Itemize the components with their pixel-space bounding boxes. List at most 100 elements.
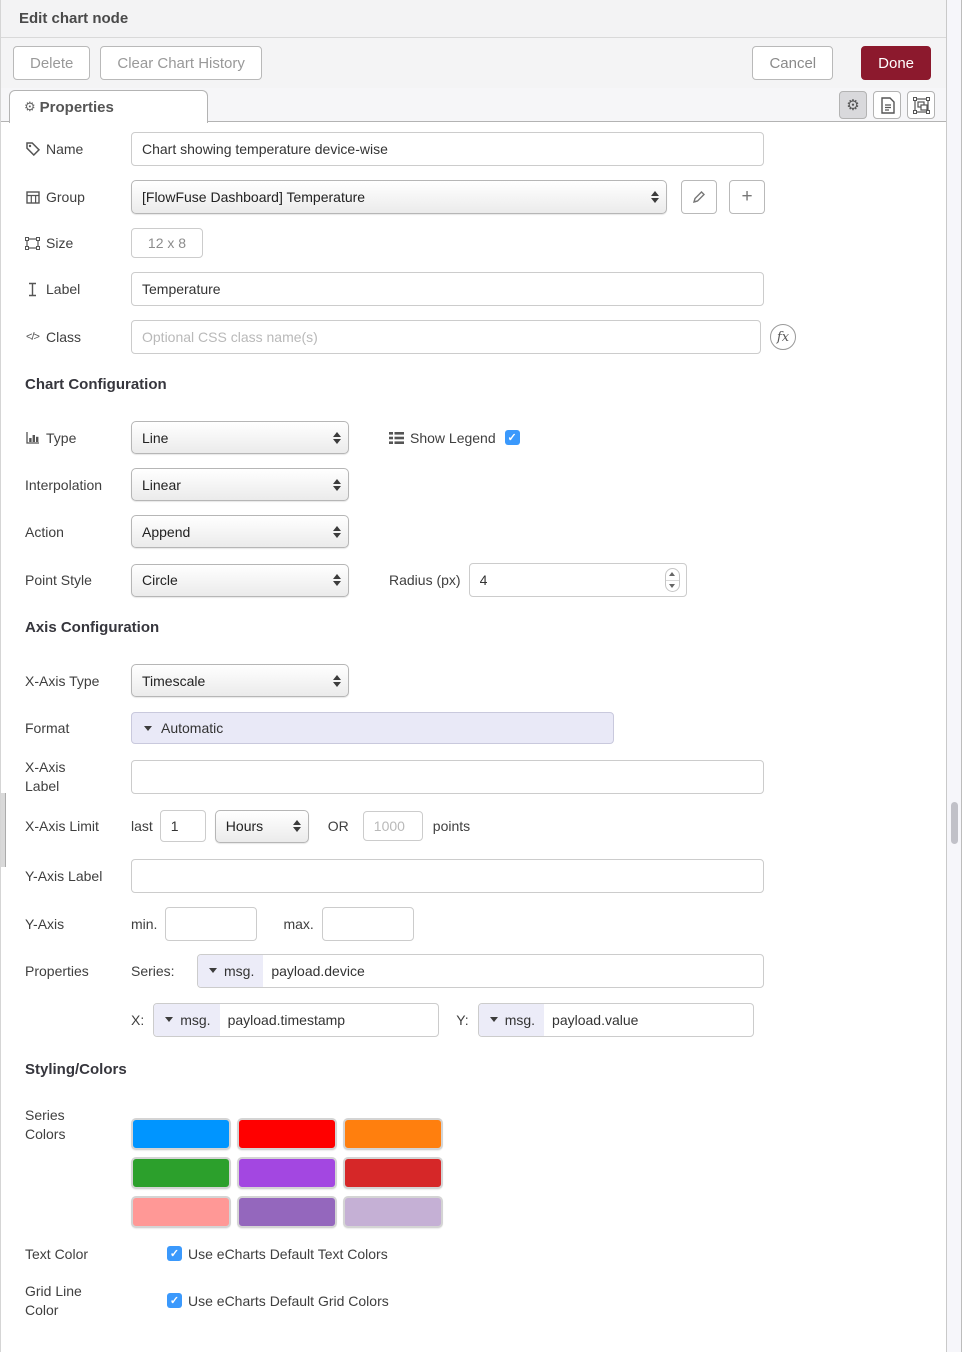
action-select-value: Append	[142, 524, 190, 540]
radius-group: Radius (px)	[389, 563, 687, 597]
name-row: Name	[25, 132, 923, 166]
series-color-swatch[interactable]	[131, 1196, 231, 1228]
type-select-value: Line	[142, 430, 168, 446]
group-select-value: [FlowFuse Dashboard] Temperature	[142, 189, 365, 205]
text-color-row: Text Color Use eCharts Default Text Colo…	[25, 1246, 923, 1262]
fx-expression-button[interactable]: fx	[770, 324, 796, 350]
limit-points-input[interactable]	[363, 811, 423, 841]
show-legend-checkbox[interactable]	[505, 430, 520, 445]
properties-gear-button[interactable]: ⚙	[839, 91, 867, 119]
x-axis-limit-row: X-Axis Limit last Hours OR points	[25, 810, 923, 843]
document-icon	[880, 97, 895, 114]
y-axis-label-label: Y-Axis Label	[25, 868, 102, 884]
msg-type-chip[interactable]: msg.	[154, 1004, 219, 1036]
y-axis-label-input[interactable]	[131, 859, 764, 893]
select-arrows-icon	[333, 432, 341, 444]
grid-color-checkbox-label: Use eCharts Default Grid Colors	[188, 1293, 389, 1309]
text-color-label: Text Color	[25, 1246, 88, 1262]
series-color-swatch[interactable]	[343, 1157, 443, 1189]
size-button[interactable]: 12 x 8	[131, 228, 203, 258]
grid-color-row: Grid Line Color Use eCharts Default Grid…	[25, 1282, 923, 1320]
add-group-button[interactable]: +	[729, 180, 765, 214]
x-typed-input[interactable]: msg. payload.timestamp	[153, 1003, 439, 1037]
y-max-label: max.	[283, 916, 313, 932]
tab-properties[interactable]: ⚙ Properties	[9, 90, 208, 123]
format-dropdown[interactable]: Automatic	[131, 712, 614, 744]
y-axis-label-row: Y-Axis Label	[25, 859, 923, 893]
object-group-icon	[25, 237, 40, 250]
series-value: payload.device	[263, 963, 364, 979]
series-color-swatch[interactable]	[237, 1157, 337, 1189]
text-cursor-icon	[25, 282, 40, 297]
name-label: Name	[46, 141, 83, 157]
group-select[interactable]: [FlowFuse Dashboard] Temperature	[131, 180, 667, 214]
text-color-default-checkbox[interactable]	[167, 1246, 182, 1261]
x-axis-type-select-value: Timescale	[142, 673, 205, 689]
appearance-frame-icon	[913, 97, 930, 114]
chevron-down-icon	[490, 1017, 498, 1022]
series-color-swatch[interactable]	[343, 1118, 443, 1150]
series-typed-input[interactable]: msg. payload.device	[197, 954, 764, 988]
msg-type-chip[interactable]: msg.	[198, 955, 263, 987]
code-icon: </>	[25, 331, 40, 343]
tag-icon	[25, 142, 40, 156]
msg-type-chip[interactable]: msg.	[479, 1004, 544, 1036]
clear-chart-history-button[interactable]: Clear Chart History	[100, 46, 262, 80]
y-property-label: Y:	[456, 1012, 468, 1028]
description-button[interactable]	[873, 91, 901, 119]
last-label: last	[131, 818, 153, 834]
select-arrows-icon	[293, 820, 301, 832]
select-arrows-icon	[333, 675, 341, 687]
cancel-button[interactable]: Cancel	[752, 46, 833, 80]
limit-unit-select[interactable]: Hours	[215, 810, 309, 843]
limit-unit-value: Hours	[226, 818, 263, 834]
label-input[interactable]	[131, 272, 764, 306]
x-axis-limit-label: X-Axis Limit	[25, 818, 99, 834]
vertical-scrollbar[interactable]	[946, 0, 962, 1352]
limit-last-input[interactable]	[160, 810, 206, 842]
styling-colors-heading: Styling/Colors	[25, 1061, 923, 1078]
name-input[interactable]	[131, 132, 764, 166]
show-legend-group: Show Legend	[389, 430, 520, 446]
type-select[interactable]: Line	[131, 421, 349, 454]
type-label: Type	[46, 430, 76, 446]
y-property-value: payload.value	[544, 1012, 638, 1028]
group-label: Group	[46, 189, 85, 205]
y-min-label: min.	[131, 916, 157, 932]
plus-icon: +	[741, 186, 752, 208]
done-button[interactable]: Done	[861, 46, 931, 80]
chevron-down-icon	[144, 726, 152, 731]
series-color-swatch[interactable]	[237, 1118, 337, 1150]
delete-button[interactable]: Delete	[13, 46, 90, 80]
chevron-down-icon	[209, 968, 217, 973]
class-input[interactable]	[131, 320, 761, 354]
edit-group-button[interactable]	[681, 180, 717, 214]
y-typed-input[interactable]: msg. payload.value	[478, 1003, 754, 1037]
points-label: points	[433, 818, 470, 834]
radius-input[interactable]	[469, 563, 687, 597]
appearance-button[interactable]	[907, 91, 935, 119]
series-color-swatch[interactable]	[237, 1196, 337, 1228]
interpolation-select[interactable]: Linear	[131, 468, 349, 501]
x-axis-type-select[interactable]: Timescale	[131, 664, 349, 697]
series-color-swatch[interactable]	[131, 1157, 231, 1189]
y-max-input[interactable]	[322, 907, 414, 941]
grid-color-default-checkbox[interactable]	[167, 1293, 182, 1308]
number-stepper[interactable]	[665, 568, 680, 592]
label-row: Label	[25, 272, 923, 306]
y-min-input[interactable]	[165, 907, 257, 941]
group-row: Group [FlowFuse Dashboard] Temperature +	[25, 180, 923, 214]
series-color-swatch[interactable]	[343, 1196, 443, 1228]
tab-strip: ⚙ Properties ⚙	[1, 88, 947, 122]
properties-form: Name Group [FlowFuse Dashboard] Temperat…	[1, 122, 947, 1334]
series-color-swatch[interactable]	[131, 1118, 231, 1150]
properties-label: Properties	[25, 963, 89, 979]
action-select[interactable]: Append	[131, 515, 349, 548]
vertical-scrollbar-thumb[interactable]	[951, 802, 958, 844]
point-style-select[interactable]: Circle	[131, 564, 349, 597]
series-property-row: Properties Series: msg. payload.device	[25, 954, 923, 988]
x-axis-type-row: X-Axis Type Timescale	[25, 664, 923, 697]
format-value: Automatic	[161, 720, 223, 736]
x-axis-label-input[interactable]	[131, 760, 764, 794]
left-scrollbar-thumb[interactable]	[1, 793, 6, 867]
